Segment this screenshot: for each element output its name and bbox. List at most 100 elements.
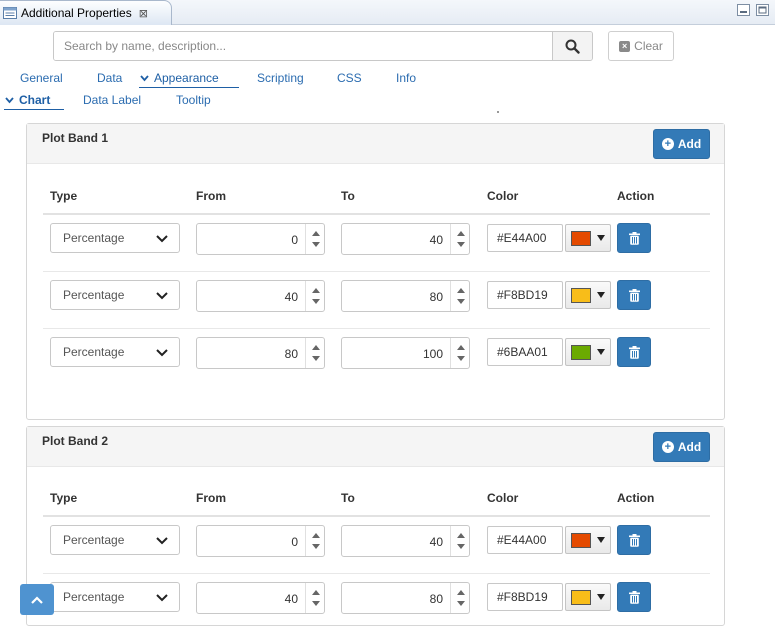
type-select[interactable]: Percentage — [50, 582, 180, 612]
from-input[interactable]: 40 — [196, 582, 325, 614]
type-value: Percentage — [63, 288, 125, 302]
color-picker-button[interactable] — [565, 338, 611, 366]
type-select[interactable]: Percentage — [50, 337, 180, 367]
add-button[interactable]: + Add — [653, 432, 710, 462]
spin-up-icon[interactable] — [312, 345, 320, 350]
from-stepper[interactable] — [305, 224, 324, 254]
spin-down-icon[interactable] — [457, 356, 465, 361]
from-input[interactable]: 80 — [196, 337, 325, 369]
to-stepper[interactable] — [450, 526, 469, 556]
spin-up-icon[interactable] — [312, 288, 320, 293]
spin-down-icon[interactable] — [312, 242, 320, 247]
spin-up-icon[interactable] — [312, 590, 320, 595]
dropdown-arrow-icon — [597, 537, 605, 543]
from-input[interactable]: 0 — [196, 223, 325, 255]
spin-up-icon[interactable] — [457, 288, 465, 293]
tab-css[interactable]: CSS — [337, 71, 362, 85]
spin-up-icon[interactable] — [457, 590, 465, 595]
search-input[interactable] — [54, 32, 552, 60]
from-stepper[interactable] — [305, 281, 324, 311]
to-input[interactable]: 80 — [341, 280, 470, 312]
spin-up-icon[interactable] — [312, 231, 320, 236]
spin-down-icon[interactable] — [457, 242, 465, 247]
chevron-up-icon — [31, 595, 43, 604]
spin-down-icon[interactable] — [457, 544, 465, 549]
color-hex-field[interactable]: #E44A00 — [487, 526, 563, 554]
plot-band-panel: Plot Band 2 + Add Type From To Color Act… — [26, 426, 725, 626]
color-hex-field[interactable]: #F8BD19 — [487, 583, 563, 611]
color-picker-button[interactable] — [565, 224, 611, 252]
to-value: 40 — [429, 535, 443, 549]
plus-circle-icon: + — [661, 138, 674, 150]
tab-tooltip[interactable]: Tooltip — [176, 93, 211, 107]
spin-up-icon[interactable] — [457, 345, 465, 350]
spin-up-icon[interactable] — [457, 231, 465, 236]
chevron-down-icon — [156, 594, 168, 602]
tab-appearance[interactable]: Appearance — [140, 71, 219, 85]
type-value: Percentage — [63, 590, 125, 604]
minimize-icon[interactable] — [737, 4, 750, 16]
from-stepper[interactable] — [305, 338, 324, 368]
tab-info[interactable]: Info — [396, 71, 416, 85]
spin-down-icon[interactable] — [457, 601, 465, 606]
clear-button[interactable]: × Clear — [608, 31, 674, 61]
color-hex-field[interactable]: #6BAA01 — [487, 338, 563, 366]
spin-up-icon[interactable] — [312, 533, 320, 538]
add-label: Add — [677, 137, 702, 151]
type-select[interactable]: Percentage — [50, 280, 180, 310]
spin-down-icon[interactable] — [457, 299, 465, 304]
color-picker-button[interactable] — [565, 583, 611, 611]
chevron-down-icon — [156, 292, 168, 300]
color-swatch — [571, 590, 591, 605]
spin-down-icon[interactable] — [312, 544, 320, 549]
column-color: Color — [487, 491, 519, 505]
color-picker-button[interactable] — [565, 526, 611, 554]
to-stepper[interactable] — [450, 583, 469, 613]
tab-data[interactable]: Data — [97, 71, 122, 85]
from-stepper[interactable] — [305, 526, 324, 556]
add-button[interactable]: + Add — [653, 129, 710, 159]
maximize-icon[interactable] — [756, 4, 769, 16]
type-select[interactable]: Percentage — [50, 525, 180, 555]
color-hex-field[interactable]: #E44A00 — [487, 224, 563, 252]
delete-button[interactable] — [617, 223, 651, 253]
from-stepper[interactable] — [305, 583, 324, 613]
from-value: 0 — [291, 535, 298, 549]
from-input[interactable]: 40 — [196, 280, 325, 312]
search-icon — [565, 39, 580, 54]
spin-down-icon[interactable] — [312, 601, 320, 606]
delete-button[interactable] — [617, 525, 651, 555]
spin-up-icon[interactable] — [457, 533, 465, 538]
to-input[interactable]: 40 — [341, 223, 470, 255]
to-stepper[interactable] — [450, 281, 469, 311]
tab-chart[interactable]: Chart — [5, 93, 50, 107]
view-tab[interactable]: Additional Properties ⊠ — [0, 0, 172, 25]
close-icon[interactable]: ⊠ — [139, 7, 148, 20]
search-button[interactable] — [552, 32, 592, 60]
tab-appearance-underline — [139, 87, 239, 88]
delete-button[interactable] — [617, 337, 651, 367]
to-input[interactable]: 40 — [341, 525, 470, 557]
scroll-to-top-button[interactable] — [20, 584, 54, 615]
tab-general[interactable]: General — [20, 71, 63, 85]
delete-button[interactable] — [617, 582, 651, 612]
to-input[interactable]: 100 — [341, 337, 470, 369]
row-divider — [43, 328, 710, 329]
tab-data-label[interactable]: Data Label — [83, 93, 141, 107]
color-picker-button[interactable] — [565, 281, 611, 309]
header-divider — [43, 213, 710, 215]
spin-down-icon[interactable] — [312, 356, 320, 361]
spin-down-icon[interactable] — [312, 299, 320, 304]
to-input[interactable]: 80 — [341, 582, 470, 614]
tab-scripting[interactable]: Scripting — [257, 71, 304, 85]
to-stepper[interactable] — [450, 224, 469, 254]
dropdown-arrow-icon — [597, 292, 605, 298]
type-select[interactable]: Percentage — [50, 223, 180, 253]
from-value: 40 — [284, 592, 298, 606]
separator-dot — [497, 111, 499, 113]
trash-icon — [628, 533, 640, 547]
from-input[interactable]: 0 — [196, 525, 325, 557]
delete-button[interactable] — [617, 280, 651, 310]
color-hex-field[interactable]: #F8BD19 — [487, 281, 563, 309]
to-stepper[interactable] — [450, 338, 469, 368]
